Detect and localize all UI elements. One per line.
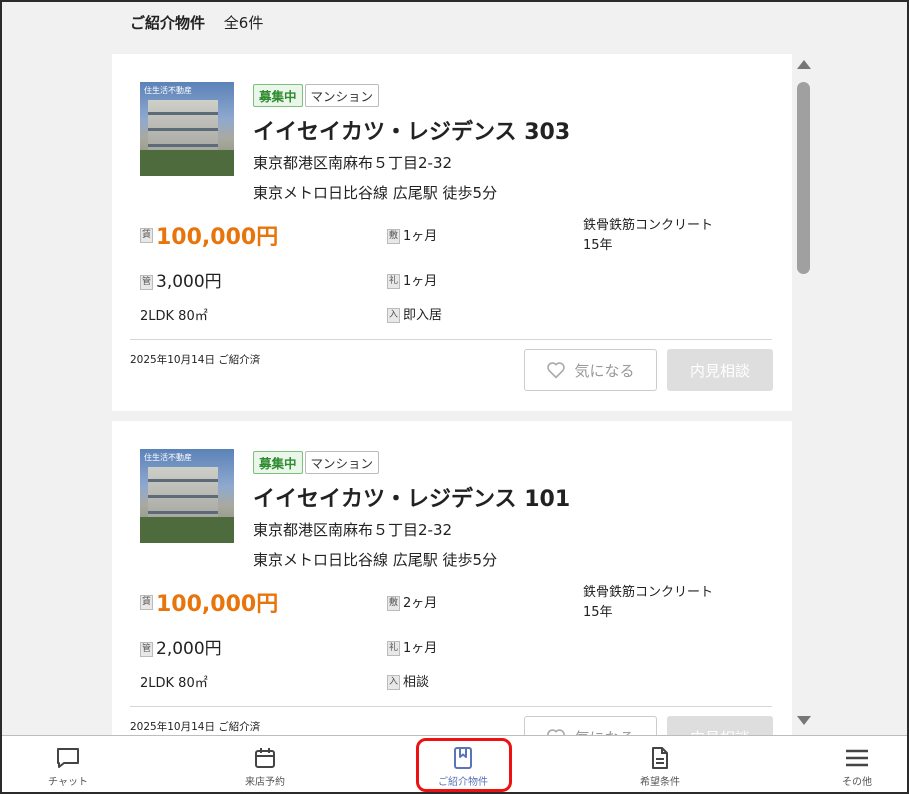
nav-label-other: その他: [842, 777, 872, 788]
deposit-icon: 敷: [387, 596, 400, 611]
heart-icon: [547, 729, 566, 735]
chat-icon: [57, 748, 79, 768]
nav-item-other[interactable]: その他: [797, 736, 907, 792]
age-value: 15年: [583, 605, 613, 620]
type-badge: マンション: [304, 451, 380, 474]
scroll-up-arrow-icon[interactable]: [797, 60, 811, 69]
bottom-navigation: チャット 来店予約 ご紹介物件 希望条件 その他: [2, 735, 907, 792]
move-in-icon: 入: [387, 308, 400, 323]
property-tags: 募集中 マンション: [253, 84, 381, 107]
nav-item-chat[interactable]: チャット: [8, 736, 128, 792]
favorite-label: 気になる: [574, 727, 634, 736]
fee-value: 3,000円: [156, 272, 222, 292]
property-tags: 募集中 マンション: [253, 451, 381, 474]
deposit-value: 1ヶ月: [403, 229, 438, 244]
key-money-icon: 礼: [387, 641, 400, 656]
introduced-date: 2025年10月14日 ご紹介済: [130, 354, 261, 366]
status-badge: 募集中: [253, 84, 303, 107]
viewing-request-button[interactable]: 内見相談: [667, 349, 773, 391]
scroll-down-arrow-icon[interactable]: [797, 716, 811, 725]
status-badge: 募集中: [253, 451, 303, 474]
structure-value: 鉄骨鉄筋コンクリート: [583, 585, 714, 600]
rent-value: 100,000円: [156, 225, 279, 250]
property-name[interactable]: イイセイカツ・レジデンス 303: [253, 114, 570, 146]
property-address: 東京都港区南麻布５丁目2-32: [253, 521, 453, 539]
highlight-annotation: [416, 738, 512, 792]
property-card[interactable]: 住生活不動産 募集中 マンション イイセイカツ・レジデンス 303 東京都港区南麻…: [112, 54, 792, 411]
layout-value: 2LDK 80㎡: [140, 676, 208, 691]
scrollbar[interactable]: [794, 54, 814, 735]
structure-value: 鉄骨鉄筋コンクリート: [583, 218, 714, 233]
rent-row: 賃 100,000円: [140, 586, 278, 618]
page-title: ご紹介物件: [130, 14, 206, 32]
favorite-button[interactable]: 気になる: [524, 716, 657, 735]
greenery-shape: [140, 517, 234, 543]
move-in-value: 即入居: [403, 308, 443, 323]
building-shape: [148, 467, 218, 521]
deposit-icon: 敷: [387, 229, 400, 244]
heart-icon: [547, 362, 566, 379]
result-count: 全6件: [223, 14, 264, 32]
nav-label-preferences: 希望条件: [640, 777, 680, 788]
property-card[interactable]: 住生活不動産 募集中 マンション イイセイカツ・レジデンス 101 東京都港区南麻…: [112, 421, 792, 735]
key-money-icon: 礼: [387, 274, 400, 289]
property-station: 東京メトロ日比谷線 広尾駅 徒歩5分: [253, 551, 498, 569]
move-in-row: 入即入居: [387, 304, 442, 323]
favorite-button[interactable]: 気になる: [524, 349, 657, 391]
deposit-value: 2ヶ月: [403, 596, 438, 611]
building-shape: [148, 100, 218, 154]
structure-info: 鉄骨鉄筋コンクリート 15年: [583, 216, 713, 256]
app-frame: ご紹介物件 全6件 住生活不動産 募集中 マンション イイセイカツ・レジデンス 3…: [0, 0, 909, 794]
greenery-shape: [140, 150, 234, 176]
calendar-icon: [255, 748, 275, 768]
move-in-value: 相談: [403, 675, 430, 690]
photo-watermark: 住生活不動産: [144, 86, 192, 95]
structure-info: 鉄骨鉄筋コンクリート 15年: [583, 583, 713, 623]
move-in-icon: 入: [387, 675, 400, 690]
rent-icon: 賃: [140, 594, 153, 610]
key-money-value: 1ヶ月: [403, 274, 438, 289]
layout-value: 2LDK 80㎡: [140, 309, 208, 324]
menu-icon: [846, 749, 868, 767]
photo-watermark: 住生活不動産: [144, 453, 192, 462]
fee-row: 管 2,000円: [140, 634, 222, 659]
property-address: 東京都港区南麻布５丁目2-32: [253, 154, 453, 172]
scrollbar-thumb[interactable]: [797, 82, 810, 274]
property-photo[interactable]: 住生活不動産: [140, 449, 234, 543]
viewing-request-button[interactable]: 内見相談: [667, 716, 773, 735]
nav-item-preferences[interactable]: 希望条件: [600, 736, 720, 792]
nav-label-reservation: 来店予約: [245, 777, 285, 788]
age-value: 15年: [583, 238, 613, 253]
fee-icon: 管: [140, 274, 153, 290]
page-header: ご紹介物件 全6件: [130, 12, 263, 33]
card-divider: [130, 339, 772, 340]
nav-item-reservation[interactable]: 来店予約: [205, 736, 325, 792]
type-badge: マンション: [304, 84, 380, 107]
favorite-label: 気になる: [574, 362, 635, 380]
rent-icon: 賃: [140, 227, 153, 243]
fee-value: 2,000円: [156, 639, 222, 659]
fee-icon: 管: [140, 641, 153, 657]
deposit-row: 敷 2ヶ月: [387, 592, 437, 611]
introduced-date: 2025年10月14日 ご紹介済: [130, 721, 261, 733]
deposit-row: 敷 1ヶ月: [387, 225, 437, 244]
property-station: 東京メトロ日比谷線 広尾駅 徒歩5分: [253, 184, 498, 202]
rent-value: 100,000円: [156, 592, 279, 617]
property-list[interactable]: 住生活不動産 募集中 マンション イイセイカツ・レジデンス 303 東京都港区南麻…: [112, 54, 792, 735]
property-photo[interactable]: 住生活不動産: [140, 82, 234, 176]
key-money-row: 礼 1ヶ月: [387, 637, 437, 656]
key-money-row: 礼 1ヶ月: [387, 270, 437, 289]
card-divider: [130, 706, 772, 707]
nav-label-chat: チャット: [48, 777, 88, 788]
fee-row: 管 3,000円: [140, 267, 222, 292]
document-icon: [652, 747, 668, 769]
property-name[interactable]: イイセイカツ・レジデンス 101: [253, 481, 570, 513]
key-money-value: 1ヶ月: [403, 641, 438, 656]
rent-row: 賃 100,000円: [140, 219, 278, 251]
move-in-row: 入相談: [387, 671, 429, 690]
